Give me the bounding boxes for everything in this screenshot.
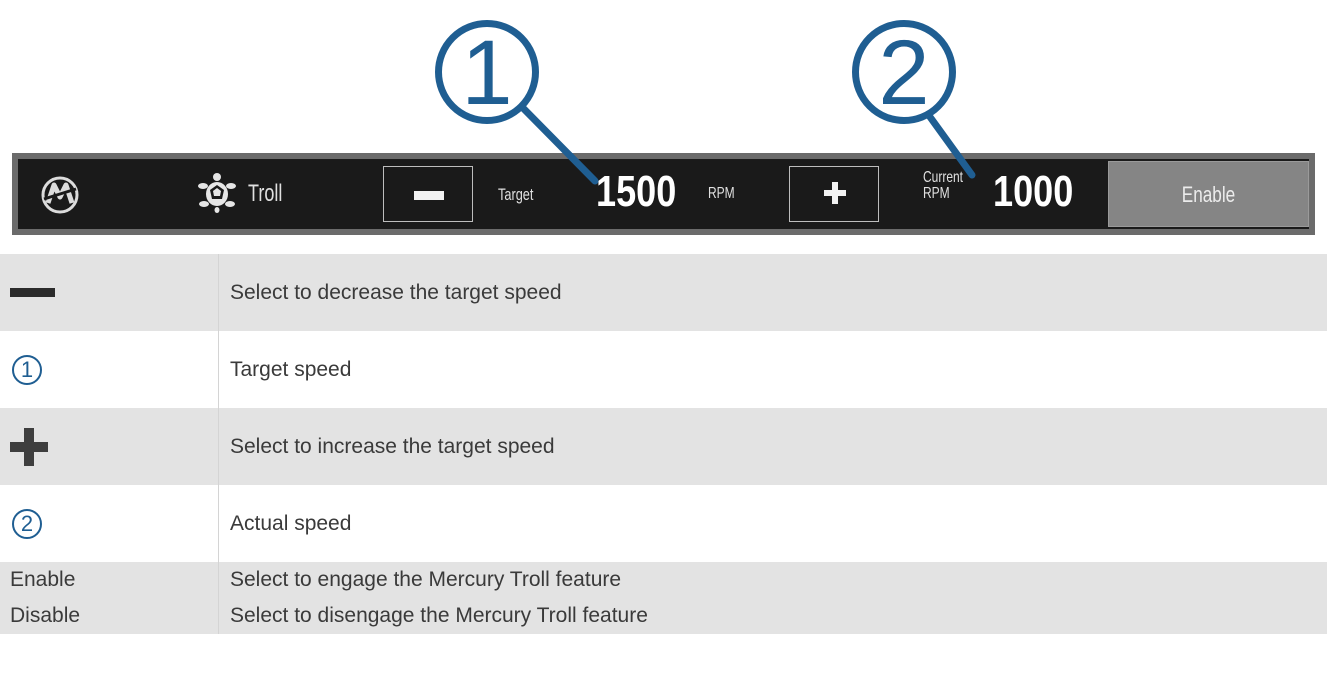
troll-mode-label: Troll [248,180,283,207]
legend-row-enable: Enable Select to engage the Mercury Trol… [0,562,1327,598]
plus-icon [10,427,48,466]
legend-key-disable: Disable [0,598,219,634]
legend-table: Select to decrease the target speed 1 Ta… [0,254,1327,634]
legend-row-decrease: Select to decrease the target speed [0,254,1327,331]
current-speed-value: 1000 [993,167,1074,216]
minus-icon [414,191,444,200]
mercury-logo-icon [41,176,79,214]
legend-row-actual-speed: 2 Actual speed [0,485,1327,562]
legend-description: Select to decrease the target speed [218,254,1327,331]
troll-control-figure: 1 2 Troll Target 1500 RPM Current RPM 10… [0,0,1327,240]
legend-row-increase: Select to increase the target speed [0,408,1327,485]
legend-description: Select to engage the Mercury Troll featu… [218,562,1327,598]
legend-row-disable: Disable Select to disengage the Mercury … [0,598,1327,634]
current-label: Current [923,169,964,186]
callout-2: 2 [852,20,956,124]
minus-icon [10,288,55,298]
legend-key-cell [0,254,219,331]
callout-1: 1 [435,20,539,124]
turtle-icon [198,173,236,213]
troll-control-bar: Troll Target 1500 RPM Current RPM 1000 E… [12,153,1315,235]
legend-description: Select to disengage the Mercury Troll fe… [218,598,1327,634]
target-speed-value: 1500 [596,167,677,216]
legend-key-enable: Enable [0,562,219,598]
legend-description: Actual speed [218,485,1327,562]
legend-key-cell [0,408,219,485]
legend-row-target-speed: 1 Target speed [0,331,1327,408]
legend-key-cell: 2 [0,485,219,562]
decrease-target-button[interactable] [383,166,473,222]
enable-button-label: Enable [1181,182,1236,207]
target-unit-label: RPM [708,185,735,202]
legend-description: Target speed [218,331,1327,408]
increase-target-button[interactable] [789,166,879,222]
legend-description: Select to increase the target speed [218,408,1327,485]
callout-2-icon: 2 [12,508,42,539]
enable-button[interactable]: Enable [1108,161,1309,227]
legend-key-cell: 1 [0,331,219,408]
current-unit-label: RPM [923,185,950,202]
target-label: Target [498,185,534,204]
callout-1-icon: 1 [12,354,42,385]
